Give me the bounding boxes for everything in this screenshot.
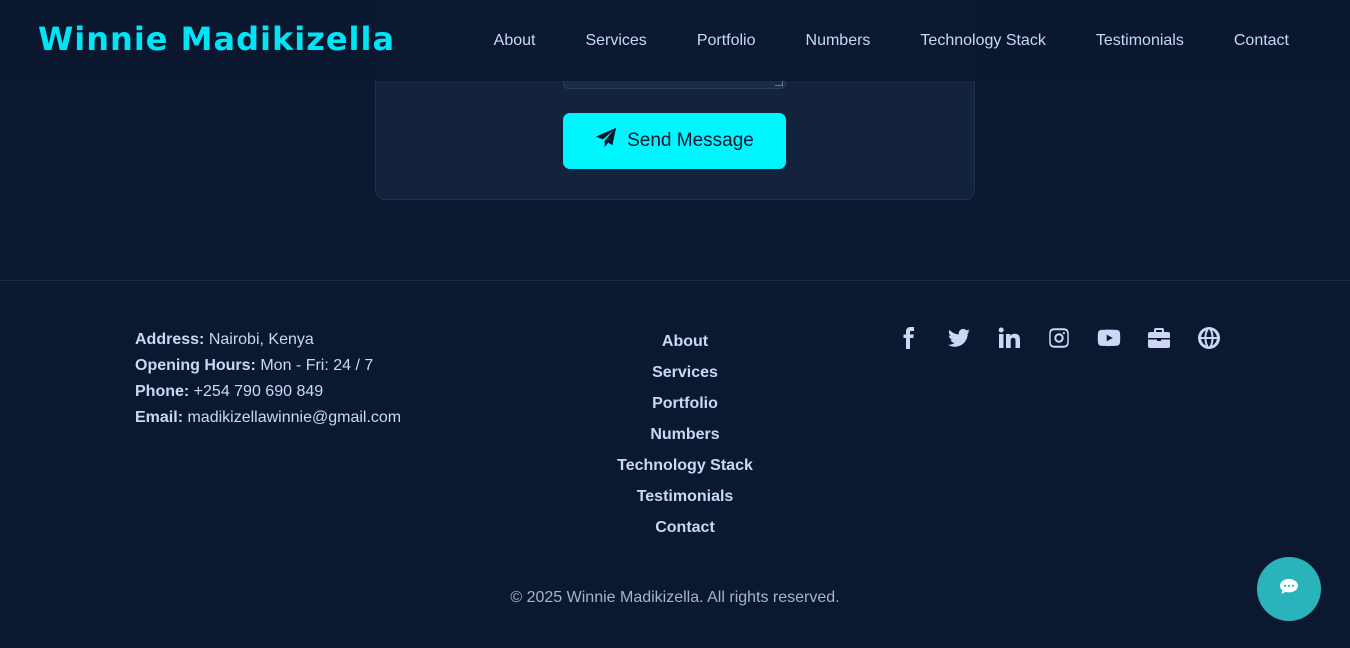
- main-nav: About Services Portfolio Numbers Technol…: [469, 30, 1314, 52]
- instagram-icon[interactable]: [1034, 323, 1084, 353]
- footer-link-numbers[interactable]: Numbers: [585, 425, 785, 445]
- footer-nav: About Services Portfolio Numbers Technol…: [585, 332, 785, 549]
- footer-link-about[interactable]: About: [585, 332, 785, 352]
- footer-link-testimonials[interactable]: Testimonials: [585, 487, 785, 507]
- site-logo[interactable]: Winnie Madikizella: [38, 20, 395, 58]
- footer-link-services[interactable]: Services: [585, 363, 785, 383]
- footer-link-contact[interactable]: Contact: [585, 518, 785, 538]
- facebook-icon[interactable]: [884, 323, 934, 353]
- paper-plane-icon: [595, 127, 617, 155]
- contact-info: Address: Nairobi, Kenya Opening Hours: M…: [135, 327, 401, 431]
- nav-numbers[interactable]: Numbers: [781, 30, 896, 52]
- globe-icon[interactable]: [1184, 323, 1234, 353]
- nav-services[interactable]: Services: [560, 30, 671, 52]
- nav-contact[interactable]: Contact: [1209, 30, 1314, 52]
- social-links: [884, 323, 1234, 353]
- footer-link-portfolio[interactable]: Portfolio: [585, 394, 785, 414]
- chat-button[interactable]: [1257, 557, 1321, 621]
- email-line: Email: madikizellawinnie@gmail.com: [135, 409, 402, 426]
- opening-hours-line: Opening Hours: Mon - Fri: 24 / 7: [135, 357, 374, 374]
- youtube-icon[interactable]: [1084, 323, 1134, 353]
- twitter-icon[interactable]: [934, 323, 984, 353]
- nav-about[interactable]: About: [469, 30, 561, 52]
- linkedin-icon[interactable]: [984, 323, 1034, 353]
- page: Send Message Winnie Madikizella About Se…: [0, 0, 1350, 648]
- address-line: Address: Nairobi, Kenya: [135, 331, 314, 348]
- site-header: Winnie Madikizella About Services Portfo…: [0, 0, 1350, 81]
- chat-bubble-icon: [1279, 578, 1299, 601]
- copyright: © 2025 Winnie Madikizella. All rights re…: [510, 589, 840, 606]
- footer-link-technology-stack[interactable]: Technology Stack: [585, 456, 785, 476]
- send-message-button[interactable]: Send Message: [563, 113, 786, 169]
- nav-portfolio[interactable]: Portfolio: [672, 30, 781, 52]
- section-divider: [0, 280, 1350, 281]
- nav-testimonials[interactable]: Testimonials: [1071, 30, 1209, 52]
- briefcase-icon[interactable]: [1134, 323, 1184, 353]
- send-message-label: Send Message: [627, 130, 754, 151]
- nav-technology-stack[interactable]: Technology Stack: [895, 30, 1070, 52]
- phone-line: Phone: +254 790 690 849: [135, 383, 324, 400]
